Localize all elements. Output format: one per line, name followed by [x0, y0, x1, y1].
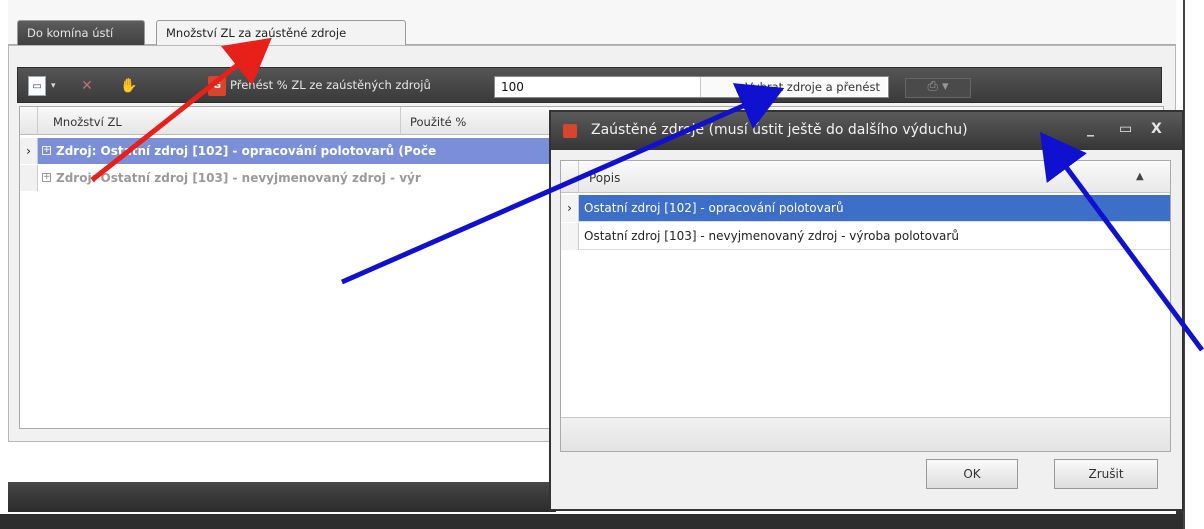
tab-mnozstvi-zl[interactable]: Množství ZL za zaústěné zdroje [156, 20, 406, 47]
print-icon[interactable]: ⎙ ▾ [905, 78, 971, 98]
tab-do-komina-usti[interactable]: Do komína ústí [17, 20, 145, 46]
current-row-arrow-icon: › [561, 195, 579, 222]
dialog-grid-header: Popis ▲ [561, 161, 1170, 193]
hand-icon[interactable]: ✋ [118, 76, 140, 96]
status-bar [8, 482, 556, 512]
list-item[interactable]: Ostatní zdroj [103] - nevyjmenovaný zdro… [561, 223, 1170, 250]
new-document-icon[interactable]: ▭ [28, 76, 46, 96]
cancel-button[interactable]: Zrušit [1054, 459, 1158, 489]
row-text: Zdroj: Ostatní zdroj [103] - nevyjmenova… [56, 171, 421, 185]
row-indicator [561, 223, 579, 250]
list-item-label: Ostatní zdroj [102] - opracování polotov… [584, 201, 844, 215]
maximize-icon[interactable]: ▭ [1119, 121, 1132, 137]
column-header-popis[interactable]: Popis [589, 171, 620, 185]
transfer-label: Přenést % ZL ze zaústěných zdrojů [230, 78, 431, 92]
dialog-titlebar[interactable]: Zaústěné zdroje (musí ústit ještě do dal… [551, 112, 1182, 150]
app-icon [563, 124, 577, 138]
dialog-grid: Popis ▲ › Ostatní zdroj [102] - opracová… [560, 160, 1171, 452]
list-item[interactable]: › Ostatní zdroj [102] - opracování polot… [561, 195, 1170, 222]
row-text: Zdroj: Ostatní zdroj [102] - opracování … [56, 144, 437, 158]
minimize-icon[interactable]: _ [1087, 121, 1094, 137]
sort-ascending-icon: ▲ [1136, 171, 1144, 182]
current-row-arrow-icon: › [20, 138, 38, 164]
tab-strip: Do komína ústí Množství ZL za zaústěné z… [8, 0, 1176, 47]
column-header-mnozstvi[interactable]: Množství ZL [53, 115, 122, 129]
bottom-bar [0, 514, 1204, 529]
chevron-down-icon[interactable]: ▾ [51, 76, 56, 96]
row-indicator-header [561, 161, 579, 193]
select-sources-button[interactable]: Vybrat zdroje a přenést [700, 77, 886, 97]
expand-icon[interactable]: + [42, 146, 51, 155]
expand-icon[interactable]: + [42, 173, 51, 182]
transfer-icon[interactable]: G [208, 76, 226, 96]
window-edge [1183, 0, 1204, 529]
app-window: Do komína ústí Množství ZL za zaústěné z… [0, 0, 1204, 529]
dialog-grid-footer [561, 417, 1170, 451]
column-separator [400, 107, 401, 135]
row-indicator [20, 165, 38, 191]
row-indicator-header [20, 107, 38, 135]
delete-icon[interactable]: ✕ [76, 76, 98, 96]
close-icon[interactable]: X [1151, 121, 1162, 137]
column-header-pouzite[interactable]: Použité % [410, 115, 466, 129]
list-item-label: Ostatní zdroj [103] - nevyjmenovaný zdro… [584, 229, 959, 243]
dialog-title: Zaústěné zdroje (musí ústit ještě do dal… [591, 122, 968, 138]
ok-button[interactable]: OK [926, 459, 1018, 489]
sources-dialog: Zaústěné zdroje (musí ústit ještě do dal… [549, 110, 1184, 511]
